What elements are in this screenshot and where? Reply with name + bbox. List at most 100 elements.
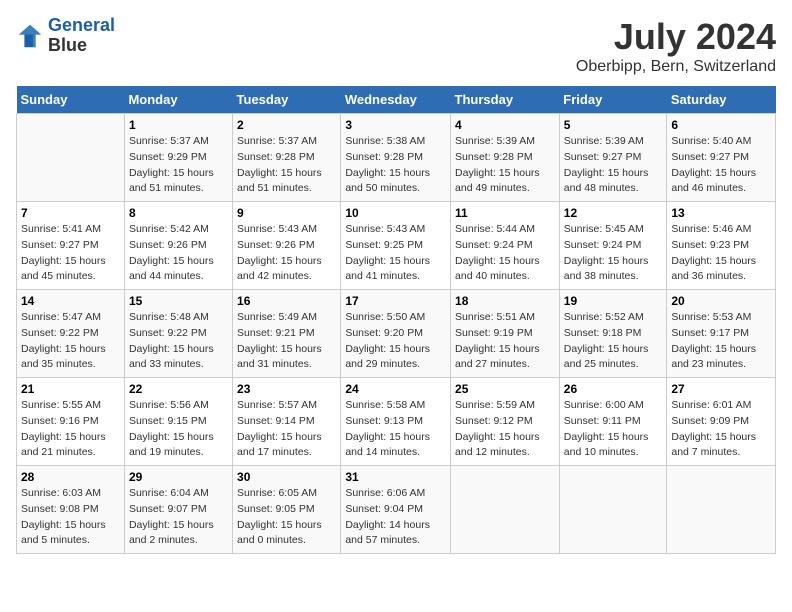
calendar-cell: 19 Sunrise: 5:52 AMSunset: 9:18 PMDayligh… — [559, 290, 667, 378]
calendar-cell: 3 Sunrise: 5:38 AMSunset: 9:28 PMDaylight… — [341, 114, 451, 202]
day-info: Sunrise: 5:53 AMSunset: 9:17 PMDaylight:… — [671, 310, 771, 373]
day-number: 9 — [237, 206, 336, 220]
day-info: Sunrise: 5:45 AMSunset: 9:24 PMDaylight:… — [564, 222, 663, 285]
calendar-cell: 9 Sunrise: 5:43 AMSunset: 9:26 PMDaylight… — [233, 202, 341, 290]
calendar-table: SundayMondayTuesdayWednesdayThursdayFrid… — [16, 86, 776, 554]
day-info: Sunrise: 6:00 AMSunset: 9:11 PMDaylight:… — [564, 398, 663, 461]
day-number: 21 — [21, 382, 120, 396]
calendar-cell: 5 Sunrise: 5:39 AMSunset: 9:27 PMDaylight… — [559, 114, 667, 202]
day-number: 3 — [345, 118, 446, 132]
calendar-week-4: 21 Sunrise: 5:55 AMSunset: 9:16 PMDayligh… — [17, 378, 776, 466]
calendar-cell — [17, 114, 125, 202]
calendar-cell: 18 Sunrise: 5:51 AMSunset: 9:19 PMDayligh… — [451, 290, 560, 378]
calendar-cell: 12Sunrise: 5:45 AMSunset: 9:24 PMDayligh… — [559, 202, 667, 290]
day-number: 28 — [21, 470, 120, 484]
day-number: 14 — [21, 294, 120, 308]
logo-text: General Blue — [48, 16, 115, 56]
day-info: Sunrise: 5:56 AMSunset: 9:15 PMDaylight:… — [129, 398, 228, 461]
page-subtitle: Oberbipp, Bern, Switzerland — [576, 58, 776, 76]
page-title: July 2024 — [576, 16, 776, 58]
day-number: 6 — [671, 118, 771, 132]
day-number: 25 — [455, 382, 555, 396]
calendar-cell: 6 Sunrise: 5:40 AMSunset: 9:27 PMDaylight… — [667, 114, 776, 202]
calendar-cell: 22Sunrise: 5:56 AMSunset: 9:15 PMDayligh… — [124, 378, 232, 466]
calendar-cell: 4Sunrise: 5:39 AMSunset: 9:28 PMDaylight… — [451, 114, 560, 202]
day-number: 27 — [671, 382, 771, 396]
calendar-week-5: 28 Sunrise: 6:03 AMSunset: 9:08 PMDayligh… — [17, 466, 776, 554]
calendar-cell: 11 Sunrise: 5:44 AMSunset: 9:24 PMDayligh… — [451, 202, 560, 290]
calendar-cell — [451, 466, 560, 554]
day-number: 13 — [671, 206, 771, 220]
day-info: Sunrise: 5:59 AMSunset: 9:12 PMDaylight:… — [455, 398, 555, 461]
logo-line2: Blue — [48, 36, 115, 56]
header-cell-monday: Monday — [124, 86, 232, 114]
day-info: Sunrise: 6:01 AMSunset: 9:09 PMDaylight:… — [671, 398, 771, 461]
header-cell-friday: Friday — [559, 86, 667, 114]
calendar-cell: 21 Sunrise: 5:55 AMSunset: 9:16 PMDayligh… — [17, 378, 125, 466]
title-block: July 2024 Oberbipp, Bern, Switzerland — [576, 16, 776, 76]
day-number: 19 — [564, 294, 663, 308]
day-number: 31 — [345, 470, 446, 484]
calendar-cell: 26 Sunrise: 6:00 AMSunset: 9:11 PMDayligh… — [559, 378, 667, 466]
day-number: 26 — [564, 382, 663, 396]
calendar-cell: 23Sunrise: 5:57 AMSunset: 9:14 PMDayligh… — [233, 378, 341, 466]
header-cell-tuesday: Tuesday — [233, 86, 341, 114]
calendar-cell: 30Sunrise: 6:05 AMSunset: 9:05 PMDayligh… — [233, 466, 341, 554]
day-number: 29 — [129, 470, 228, 484]
day-info: Sunrise: 5:37 AMSunset: 9:28 PMDaylight:… — [237, 134, 336, 197]
day-info: Sunrise: 5:58 AMSunset: 9:13 PMDaylight:… — [345, 398, 446, 461]
day-info: Sunrise: 5:44 AMSunset: 9:24 PMDaylight:… — [455, 222, 555, 285]
day-info: Sunrise: 5:43 AMSunset: 9:25 PMDaylight:… — [345, 222, 446, 285]
day-number: 11 — [455, 206, 555, 220]
day-number: 5 — [564, 118, 663, 132]
calendar-cell: 31Sunrise: 6:06 AMSunset: 9:04 PMDayligh… — [341, 466, 451, 554]
calendar-cell: 10 Sunrise: 5:43 AMSunset: 9:25 PMDayligh… — [341, 202, 451, 290]
calendar-cell: 25 Sunrise: 5:59 AMSunset: 9:12 PMDayligh… — [451, 378, 560, 466]
calendar-week-3: 14 Sunrise: 5:47 AMSunset: 9:22 PMDayligh… — [17, 290, 776, 378]
page-header: General Blue July 2024 Oberbipp, Bern, S… — [16, 16, 776, 76]
calendar-cell: 13Sunrise: 5:46 AMSunset: 9:23 PMDayligh… — [667, 202, 776, 290]
day-info: Sunrise: 5:39 AMSunset: 9:28 PMDaylight:… — [455, 134, 555, 197]
day-info: Sunrise: 5:40 AMSunset: 9:27 PMDaylight:… — [671, 134, 771, 197]
calendar-cell: 24 Sunrise: 5:58 AMSunset: 9:13 PMDayligh… — [341, 378, 451, 466]
day-info: Sunrise: 5:55 AMSunset: 9:16 PMDaylight:… — [21, 398, 120, 461]
day-info: Sunrise: 5:39 AMSunset: 9:27 PMDaylight:… — [564, 134, 663, 197]
day-info: Sunrise: 5:51 AMSunset: 9:19 PMDaylight:… — [455, 310, 555, 373]
day-info: Sunrise: 5:47 AMSunset: 9:22 PMDaylight:… — [21, 310, 120, 373]
day-info: Sunrise: 5:57 AMSunset: 9:14 PMDaylight:… — [237, 398, 336, 461]
calendar-cell: 27 Sunrise: 6:01 AMSunset: 9:09 PMDayligh… — [667, 378, 776, 466]
header-cell-wednesday: Wednesday — [341, 86, 451, 114]
day-info: Sunrise: 6:03 AMSunset: 9:08 PMDaylight:… — [21, 486, 120, 549]
header-row: SundayMondayTuesdayWednesdayThursdayFrid… — [17, 86, 776, 114]
day-info: Sunrise: 5:52 AMSunset: 9:18 PMDaylight:… — [564, 310, 663, 373]
day-info: Sunrise: 5:43 AMSunset: 9:26 PMDaylight:… — [237, 222, 336, 285]
calendar-cell: 29Sunrise: 6:04 AMSunset: 9:07 PMDayligh… — [124, 466, 232, 554]
day-number: 8 — [129, 206, 228, 220]
calendar-week-2: 7 Sunrise: 5:41 AMSunset: 9:27 PMDaylight… — [17, 202, 776, 290]
day-number: 2 — [237, 118, 336, 132]
day-info: Sunrise: 5:49 AMSunset: 9:21 PMDaylight:… — [237, 310, 336, 373]
header-cell-thursday: Thursday — [451, 86, 560, 114]
day-info: Sunrise: 5:48 AMSunset: 9:22 PMDaylight:… — [129, 310, 228, 373]
day-number: 7 — [21, 206, 120, 220]
calendar-cell: 2 Sunrise: 5:37 AMSunset: 9:28 PMDaylight… — [233, 114, 341, 202]
calendar-week-1: 1 Sunrise: 5:37 AMSunset: 9:29 PMDaylight… — [17, 114, 776, 202]
calendar-cell — [667, 466, 776, 554]
header-cell-sunday: Sunday — [17, 86, 125, 114]
logo-icon — [16, 22, 44, 50]
day-number: 24 — [345, 382, 446, 396]
day-number: 18 — [455, 294, 555, 308]
calendar-cell: 28 Sunrise: 6:03 AMSunset: 9:08 PMDayligh… — [17, 466, 125, 554]
day-info: Sunrise: 5:38 AMSunset: 9:28 PMDaylight:… — [345, 134, 446, 197]
day-info: Sunrise: 5:37 AMSunset: 9:29 PMDaylight:… — [129, 134, 228, 197]
calendar-cell: 7 Sunrise: 5:41 AMSunset: 9:27 PMDaylight… — [17, 202, 125, 290]
day-info: Sunrise: 5:42 AMSunset: 9:26 PMDaylight:… — [129, 222, 228, 285]
day-info: Sunrise: 5:41 AMSunset: 9:27 PMDaylight:… — [21, 222, 120, 285]
day-number: 30 — [237, 470, 336, 484]
day-number: 15 — [129, 294, 228, 308]
day-number: 16 — [237, 294, 336, 308]
logo-line1: General — [48, 15, 115, 35]
day-number: 20 — [671, 294, 771, 308]
day-number: 10 — [345, 206, 446, 220]
day-number: 1 — [129, 118, 228, 132]
